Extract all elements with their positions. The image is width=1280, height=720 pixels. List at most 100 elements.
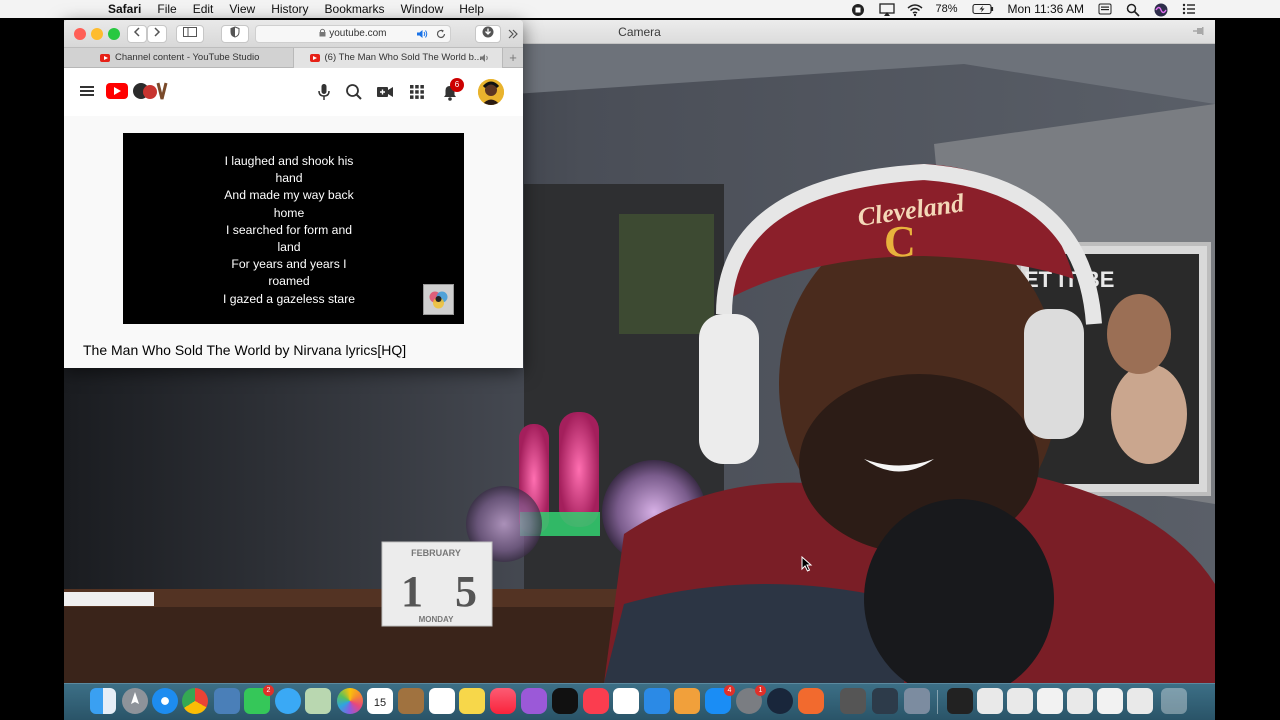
finder-icon[interactable] — [90, 688, 116, 714]
calendar-icon[interactable]: 15 — [367, 688, 393, 714]
hamburger-menu-icon[interactable] — [80, 86, 94, 96]
tab-youtube-studio[interactable]: Channel content - YouTube Studio — [64, 48, 294, 68]
address-url: youtube.com — [329, 28, 387, 39]
launchpad-icon[interactable] — [122, 688, 148, 714]
desktop: Safari File Edit View History Bookmarks … — [0, 0, 1280, 720]
record-stop-icon[interactable] — [851, 3, 865, 16]
overflow-chevron-icon[interactable] — [507, 27, 519, 39]
address-bar[interactable]: youtube.com — [255, 25, 451, 43]
tab-label: Channel content - YouTube Studio — [115, 52, 260, 63]
sidebar-toggle-button[interactable] — [176, 25, 204, 43]
quicktime-icon[interactable] — [767, 688, 793, 714]
menu-bookmarks[interactable]: Bookmarks — [325, 2, 385, 16]
lyrics-overlay: I laughed and shook his hand And made my… — [213, 153, 365, 308]
maps-icon[interactable] — [305, 688, 331, 714]
mail-stamp-icon[interactable] — [214, 688, 240, 714]
channel-watermark-icon[interactable] — [423, 284, 454, 315]
lyric-line: For years and years I roamed — [231, 257, 347, 289]
recent-item-icon[interactable] — [977, 688, 1003, 714]
recent-item-icon[interactable] — [1037, 688, 1063, 714]
recent-item-icon[interactable] — [1067, 688, 1093, 714]
search-icon[interactable] — [344, 82, 364, 102]
back-button[interactable] — [127, 25, 147, 43]
brand-art-icon[interactable] — [132, 81, 168, 101]
downloads-stack-icon[interactable] — [1127, 688, 1153, 714]
forward-button[interactable] — [147, 25, 167, 43]
pages-icon[interactable] — [674, 688, 700, 714]
create-video-icon[interactable] — [375, 82, 395, 102]
camera-app-icon[interactable] — [798, 688, 824, 714]
terminal-icon[interactable] — [872, 688, 898, 714]
lock-icon — [319, 28, 326, 37]
zoom-window-button[interactable] — [108, 28, 120, 40]
notes-icon[interactable] — [459, 688, 485, 714]
menu-history[interactable]: History — [271, 2, 308, 16]
apple-tv-icon[interactable] — [552, 688, 578, 714]
contacts-icon[interactable] — [398, 688, 424, 714]
menu-window[interactable]: Window — [401, 2, 444, 16]
calendar-day-tens: 1 — [401, 567, 423, 616]
numbers-chart-icon[interactable] — [613, 688, 639, 714]
menu-app-safari[interactable]: Safari — [108, 2, 141, 16]
calendar-day: 15 — [373, 697, 387, 709]
video-title[interactable]: The Man Who Sold The World by Nirvana ly… — [83, 342, 406, 358]
keynote-icon[interactable] — [644, 688, 670, 714]
chrome-icon[interactable] — [182, 688, 208, 714]
tab-label: (6) The Man Who Sold The World b... — [324, 52, 482, 63]
youtube-logo-icon[interactable] — [106, 83, 128, 99]
youtube-header: 6 — [64, 68, 523, 116]
preview-icon[interactable] — [904, 688, 930, 714]
close-window-button[interactable] — [74, 28, 86, 40]
calendar-weekday: MONDAY — [419, 615, 454, 624]
clock[interactable]: Mon 11:36 AM — [1008, 2, 1085, 16]
airplay-icon[interactable] — [879, 3, 896, 16]
mouse-cursor-icon — [801, 556, 813, 572]
microphone-icon[interactable] — [314, 82, 334, 102]
messages-facetime-icon[interactable]: 2 — [244, 685, 274, 714]
calendar-day-units: 5 — [455, 567, 477, 616]
music-icon[interactable] — [490, 688, 516, 714]
menu-help[interactable]: Help — [459, 2, 484, 16]
system-preferences-icon[interactable]: 1 — [736, 685, 766, 714]
keyboard-input-icon[interactable] — [1098, 3, 1112, 15]
spotlight-search-icon[interactable] — [1126, 3, 1140, 17]
tab-man-who-sold-the-world[interactable]: (6) The Man Who Sold The World b... — [293, 48, 503, 68]
menu-edit[interactable]: Edit — [193, 2, 214, 16]
trash-icon[interactable] — [1161, 688, 1187, 714]
battery-percent: 78% — [935, 3, 958, 15]
menu-file[interactable]: File — [157, 2, 176, 16]
dock: 2 15 4 1 — [64, 683, 1215, 720]
app-store-badge: 4 — [724, 685, 735, 696]
photos-icon[interactable] — [337, 688, 363, 714]
battery-charging-icon[interactable] — [971, 3, 994, 15]
dock-separator — [937, 690, 938, 714]
calendar-month: FEBRUARY — [411, 548, 461, 558]
tab-audio-icon[interactable] — [479, 53, 490, 63]
lyric-line: I laughed and shook his hand — [224, 154, 354, 186]
chevron-left-icon — [133, 27, 140, 37]
siri-icon[interactable] — [1154, 3, 1168, 17]
recent-item-icon[interactable] — [947, 688, 973, 714]
podcasts-icon[interactable] — [521, 688, 547, 714]
downloads-button[interactable] — [475, 25, 501, 43]
app-store-icon[interactable]: 4 — [705, 685, 735, 714]
privacy-shield-button[interactable] — [221, 25, 249, 43]
pin-icon[interactable] — [1193, 26, 1205, 36]
document-stack-icon[interactable] — [840, 688, 866, 714]
reminders-icon[interactable] — [429, 688, 455, 714]
video-player[interactable]: I laughed and shook his hand And made my… — [123, 133, 464, 324]
apps-grid-icon[interactable] — [407, 82, 427, 102]
wifi-icon[interactable] — [907, 3, 923, 17]
notification-center-icon[interactable] — [1182, 3, 1196, 15]
minimize-window-button[interactable] — [91, 28, 103, 40]
recent-item-icon[interactable] — [1007, 688, 1033, 714]
lyric-line: And made my way back home — [224, 188, 354, 220]
new-tab-button[interactable]: + — [503, 48, 523, 67]
avatar[interactable] — [478, 79, 504, 105]
recent-item-icon[interactable] — [1097, 688, 1123, 714]
messages-icon[interactable] — [275, 688, 301, 714]
news-icon[interactable] — [583, 688, 609, 714]
menu-view[interactable]: View — [229, 2, 255, 16]
tab-bar: Channel content - YouTube Studio (6) The… — [64, 48, 523, 68]
safari-compass-icon[interactable] — [152, 688, 178, 714]
